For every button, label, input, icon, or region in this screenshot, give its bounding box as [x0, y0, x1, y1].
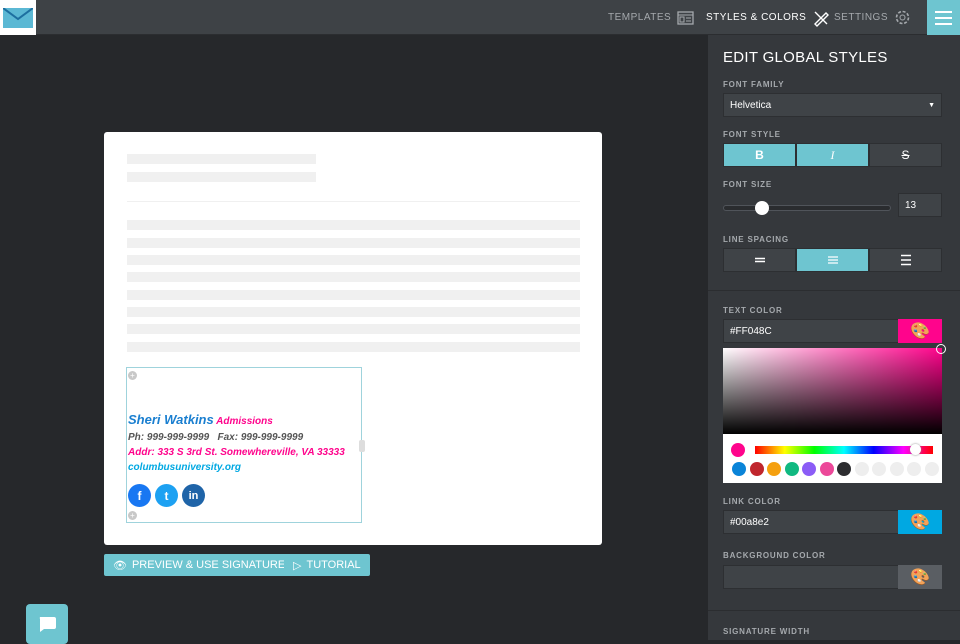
strikethrough-button[interactable]: S: [869, 143, 942, 167]
color-picker-controls: [723, 434, 942, 483]
palette-icon: 🎨: [910, 569, 930, 586]
italic-button[interactable]: I: [796, 143, 869, 167]
sig-website[interactable]: columbusuniversity.org: [128, 462, 241, 473]
current-color-preview: [731, 443, 745, 457]
resize-handle[interactable]: [359, 440, 365, 452]
linkedin-icon[interactable]: in: [182, 484, 205, 507]
color-swatch[interactable]: [907, 462, 921, 476]
hamburger-menu-button[interactable]: [927, 0, 960, 35]
logo[interactable]: [0, 0, 36, 35]
nav-settings[interactable]: SETTINGS: [834, 0, 911, 35]
color-swatch[interactable]: [749, 462, 764, 476]
font-family-label: FONT FAMILY: [723, 80, 785, 89]
palette-icon: 🎨: [910, 514, 930, 531]
signature-block[interactable]: + Sheri Watkins Admissions Ph: 999-999-9…: [126, 367, 365, 523]
color-swatch[interactable]: [924, 462, 939, 476]
add-row-top-icon[interactable]: +: [128, 371, 137, 380]
nav-label: TEMPLATES: [608, 12, 672, 23]
line-spacing-normal-button[interactable]: [796, 248, 869, 272]
facebook-icon[interactable]: f: [128, 484, 151, 507]
sig-name: Sheri Watkins: [128, 412, 214, 427]
top-bar: TEMPLATES STYLES & COLORS SETTINGS: [0, 0, 960, 35]
font-style-label: FONT STYLE: [723, 130, 781, 139]
gear-icon: [895, 10, 910, 25]
palette-icon: 🎨: [910, 323, 930, 340]
font-size-label: FONT SIZE: [723, 180, 772, 189]
text-color-picker-button[interactable]: 🎨: [898, 319, 942, 343]
sig-address: Addr: 333 S 3rd St. Somewhereville, VA 3…: [128, 447, 345, 458]
nav-label: SETTINGS: [834, 12, 889, 23]
twitter-icon[interactable]: t: [155, 484, 178, 507]
nav-styles-colors[interactable]: STYLES & COLORS: [706, 0, 830, 35]
color-swatch[interactable]: [819, 462, 834, 476]
font-size-slider[interactable]: [723, 205, 891, 211]
color-swatch[interactable]: [784, 462, 799, 476]
swatch-row: [732, 462, 939, 476]
eye-icon: 👁: [113, 559, 127, 572]
background-color-label: BACKGROUND COLOR: [723, 551, 826, 560]
chat-icon: [39, 617, 56, 632]
styles-panel: EDIT GLOBAL STYLES FONT FAMILY Helvetica…: [708, 35, 960, 640]
link-color-picker-button[interactable]: 🎨: [898, 510, 942, 534]
color-swatch[interactable]: [802, 462, 816, 476]
font-family-value: Helvetica: [730, 99, 772, 111]
pencil-ruler-icon: [814, 11, 830, 27]
nav-templates[interactable]: TEMPLATES: [608, 0, 694, 35]
sig-title: Admissions: [216, 416, 273, 427]
play-icon: ▷: [293, 559, 302, 572]
color-swatch[interactable]: [767, 462, 781, 476]
templates-icon: [677, 10, 694, 25]
color-swatch[interactable]: [854, 462, 869, 476]
hue-slider-thumb[interactable]: [910, 444, 921, 455]
nav-label: STYLES & COLORS: [706, 12, 807, 23]
color-swatch[interactable]: [889, 462, 904, 476]
font-size-input[interactable]: 13: [898, 193, 942, 217]
sig-fax: Fax: 999-999-9999: [217, 432, 304, 443]
chat-button[interactable]: [26, 604, 68, 644]
background-color-picker-button[interactable]: 🎨: [898, 565, 942, 589]
text-color-label: TEXT COLOR: [723, 306, 783, 315]
tutorial-button[interactable]: ▷ TUTORIAL: [284, 554, 370, 576]
color-swatch[interactable]: [872, 462, 886, 476]
sig-phone: Ph: 999-999-9999: [128, 432, 210, 443]
hue-slider[interactable]: [755, 446, 933, 454]
line-spacing-label: LINE SPACING: [723, 235, 789, 244]
link-color-label: LINK COLOR: [723, 497, 781, 506]
signature-width-label: SIGNATURE WIDTH: [723, 627, 810, 636]
color-swatch[interactable]: [732, 462, 746, 476]
bold-button[interactable]: B: [723, 143, 796, 167]
panel-title: EDIT GLOBAL STYLES: [723, 49, 888, 66]
add-row-bottom-icon[interactable]: +: [128, 511, 137, 520]
font-size-slider-thumb[interactable]: [755, 201, 769, 215]
saturation-picker[interactable]: [723, 344, 946, 434]
color-swatch[interactable]: [837, 462, 851, 476]
button-label: PREVIEW & USE SIGNATURE: [131, 559, 286, 571]
font-style-group: B I S: [723, 143, 942, 167]
font-family-select[interactable]: Helvetica ▼: [723, 93, 942, 117]
preview-use-signature-button[interactable]: 👁 PREVIEW & USE SIGNATURE: [104, 554, 295, 576]
line-spacing-group: [723, 248, 942, 272]
button-label: TUTORIAL: [306, 559, 361, 571]
envelope-icon: [3, 7, 33, 28]
line-spacing-wide-button[interactable]: [869, 248, 942, 272]
line-spacing-tight-button[interactable]: [723, 248, 796, 272]
caret-down-icon: ▼: [928, 101, 935, 109]
